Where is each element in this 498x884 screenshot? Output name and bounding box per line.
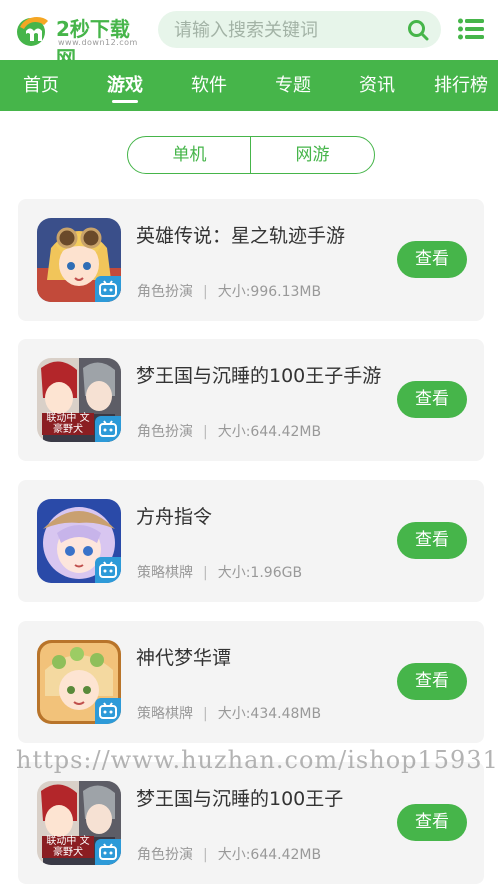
- search-bar: [158, 11, 441, 50]
- game-meta: 角色扮演 | 大小:644.42MB: [137, 421, 321, 441]
- toggle-label: 单机: [172, 145, 207, 165]
- view-button[interactable]: 查看: [397, 804, 467, 841]
- toggle-online[interactable]: 网游: [251, 137, 374, 173]
- search-input[interactable]: [172, 11, 396, 50]
- collab-label: 联动中 文豪野犬: [42, 836, 94, 858]
- meta-separator: |: [203, 565, 208, 581]
- nav-item-label: 游戏: [107, 75, 143, 96]
- game-size: 大小:1.96GB: [217, 565, 303, 581]
- nav-item-label: 首页: [23, 75, 59, 96]
- anime-girl-hat-icon[interactable]: [37, 499, 121, 583]
- logo-url: www.down12.com: [58, 38, 138, 47]
- game-meta: 策略棋牌 | 大小:1.96GB: [137, 562, 302, 582]
- nav-item-ranking[interactable]: 排行榜: [424, 60, 498, 111]
- toggle-single-player[interactable]: 单机: [128, 137, 251, 173]
- game-category: 策略棋牌: [137, 565, 193, 581]
- game-category: 角色扮演: [137, 424, 193, 440]
- game-card[interactable]: 英雄传说：星之轨迹手游 角色扮演 | 大小:996.13MB 查看: [18, 199, 484, 321]
- view-button[interactable]: 查看: [397, 663, 467, 700]
- nav-item-label: 软件: [191, 75, 227, 96]
- game-badge-icon: [95, 698, 121, 724]
- meta-separator: |: [203, 847, 208, 863]
- anime-girl-goggles-icon[interactable]: [37, 218, 121, 302]
- search-icon[interactable]: [407, 19, 429, 41]
- toggle-label: 网游: [295, 145, 330, 165]
- logo-mark-icon: [17, 17, 48, 46]
- site-logo[interactable]: 2秒下载网 www.down12.com: [14, 11, 142, 70]
- collab-label: 联动中 文豪野犬: [42, 413, 94, 435]
- game-size: 大小:434.48MB: [217, 706, 322, 722]
- game-meta: 策略棋牌 | 大小:434.48MB: [137, 703, 321, 723]
- anime-girl-flowers-icon[interactable]: [37, 640, 121, 724]
- anime-princes-icon[interactable]: 联动中 文豪野犬: [37, 781, 121, 865]
- nav-item-news[interactable]: 资讯: [338, 60, 416, 111]
- nav-item-software[interactable]: 软件: [170, 60, 248, 111]
- game-meta: 角色扮演 | 大小:644.42MB: [137, 844, 321, 864]
- nav-item-label: 专题: [275, 75, 311, 96]
- nav-item-label: 排行榜: [434, 75, 488, 96]
- nav-item-home[interactable]: 首页: [2, 60, 80, 111]
- view-button[interactable]: 查看: [397, 522, 467, 559]
- main-nav: 首页 游戏 软件 专题 资讯 排行榜: [0, 60, 498, 111]
- game-size: 大小:996.13MB: [217, 284, 322, 300]
- header: 2秒下载网 www.down12.com: [0, 0, 498, 70]
- nav-active-indicator: [112, 100, 138, 103]
- game-title[interactable]: 英雄传说：星之轨迹手游: [136, 221, 345, 248]
- view-button[interactable]: 查看: [397, 381, 467, 418]
- game-size: 大小:644.42MB: [217, 847, 322, 863]
- nav-item-topics[interactable]: 专题: [254, 60, 332, 111]
- nav-item-games[interactable]: 游戏: [86, 60, 164, 111]
- game-card[interactable]: 联动中 文豪野犬 梦王国与沉睡的100王子 角色扮演 | 大小:644.42MB 查…: [18, 762, 484, 884]
- game-card[interactable]: 方舟指令 策略棋牌 | 大小:1.96GB 查看: [18, 480, 484, 602]
- game-title[interactable]: 神代梦华谭: [136, 643, 231, 670]
- game-title[interactable]: 方舟指令: [136, 502, 212, 529]
- game-type-toggle: 单机 网游: [127, 136, 375, 174]
- game-title[interactable]: 梦王国与沉睡的100王子手游: [136, 361, 381, 388]
- anime-princes-icon[interactable]: 联动中 文豪野犬: [37, 358, 121, 442]
- game-category: 角色扮演: [137, 847, 193, 863]
- game-category: 角色扮演: [137, 284, 193, 300]
- game-badge-icon: [95, 839, 121, 865]
- game-badge-icon: [95, 416, 121, 442]
- game-badge-icon: [95, 557, 121, 583]
- game-card[interactable]: 神代梦华谭 策略棋牌 | 大小:434.48MB 查看: [18, 621, 484, 743]
- game-badge-icon: [95, 276, 121, 302]
- meta-separator: |: [203, 284, 208, 300]
- nav-item-label: 资讯: [359, 75, 395, 96]
- game-category: 策略棋牌: [137, 706, 193, 722]
- menu-list-icon[interactable]: [458, 18, 484, 40]
- game-title[interactable]: 梦王国与沉睡的100王子: [136, 784, 343, 811]
- game-size: 大小:644.42MB: [217, 424, 322, 440]
- game-card[interactable]: 联动中 文豪野犬 梦王国与沉睡的100王子手游 角色扮演 | 大小:644.42MB…: [18, 339, 484, 461]
- view-button[interactable]: 查看: [397, 241, 467, 278]
- meta-separator: |: [203, 424, 208, 440]
- game-meta: 角色扮演 | 大小:996.13MB: [137, 281, 321, 301]
- meta-separator: |: [203, 706, 208, 722]
